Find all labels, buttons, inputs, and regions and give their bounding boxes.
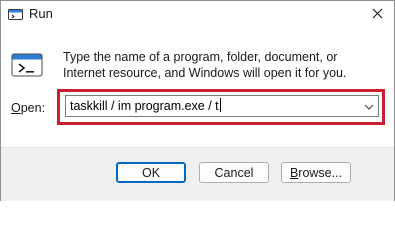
run-app-icon <box>8 7 23 22</box>
browse-button[interactable]: Browse... <box>281 162 351 183</box>
open-label-rest: pen: <box>20 101 46 115</box>
open-label-accesskey: O <box>11 101 21 115</box>
browse-label-rest: rowse... <box>298 165 343 180</box>
close-button[interactable] <box>366 5 388 25</box>
dialog-content: Type the name of a program, folder, docu… <box>1 29 394 147</box>
close-icon <box>372 6 383 24</box>
open-input[interactable]: taskkill / im program.exe / t <box>70 98 221 113</box>
ok-button[interactable]: OK <box>116 162 186 183</box>
chevron-down-icon <box>364 97 374 115</box>
open-input-value: taskkill / im program.exe / t <box>70 99 219 113</box>
run-dialog-window: Run Type the name of a program, folder, … <box>0 0 395 201</box>
button-bar: OK Cancel Browse... <box>1 147 394 201</box>
run-dialog-icon <box>11 48 43 80</box>
text-caret <box>219 98 221 112</box>
open-label: Open: <box>11 101 45 115</box>
dropdown-button[interactable] <box>363 100 375 112</box>
title-bar: Run <box>1 1 394 29</box>
cancel-button[interactable]: Cancel <box>199 162 269 183</box>
browse-accesskey: B <box>289 165 299 180</box>
window-title: Run <box>29 6 53 21</box>
dialog-description: Type the name of a program, folder, docu… <box>63 50 347 80</box>
open-combobox[interactable]: taskkill / im program.exe / t <box>65 95 379 117</box>
